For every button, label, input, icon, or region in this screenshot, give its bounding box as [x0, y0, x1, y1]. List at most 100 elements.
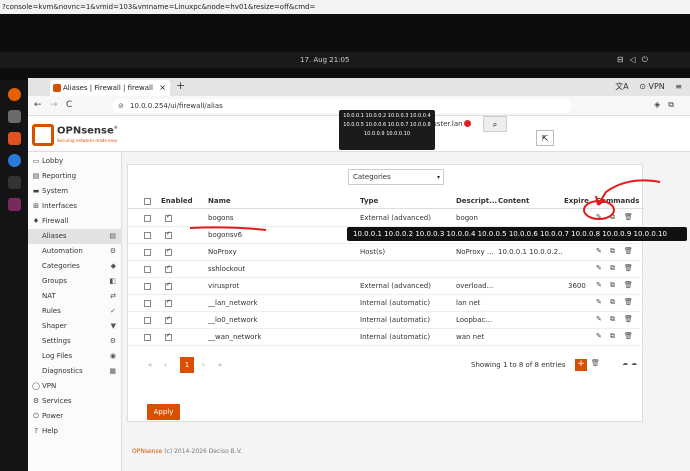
vpn-button[interactable]: ⊙ VPN — [639, 82, 665, 91]
sidebar-item-automation[interactable]: Automation ⚙ — [28, 244, 122, 259]
table-row[interactable]: __lo0_network Internal (automatic) Loopbac… — [128, 312, 644, 329]
edit-icon[interactable]: ✎ — [596, 247, 602, 255]
copy-icon[interactable]: ⧉ — [610, 264, 615, 273]
enabled-checkbox[interactable] — [165, 247, 172, 256]
enabled-checkbox[interactable] — [165, 230, 172, 239]
menu-icon[interactable]: ≡ — [675, 82, 682, 91]
delete-selected-button[interactable]: 🗑 — [591, 359, 600, 367]
table-row[interactable]: sshlockout ✎ ⧉ 🗑 — [128, 261, 644, 278]
sidebar-item-groups[interactable]: Groups ◧ — [28, 274, 122, 289]
import-export-buttons[interactable]: ☁☁ — [622, 360, 640, 367]
enabled-checkbox[interactable] — [165, 213, 172, 222]
copy-icon[interactable]: ⧉ — [610, 247, 615, 256]
table-row[interactable]: virusprot External (advanced) overload... 3… — [128, 278, 644, 295]
page-last[interactable]: » — [218, 361, 222, 369]
copy-icon[interactable]: ⧉ — [610, 298, 615, 307]
row-select-checkbox[interactable] — [144, 215, 151, 222]
delete-icon[interactable]: 🗑 — [624, 332, 633, 340]
reload-button[interactable]: C — [66, 100, 72, 110]
logo-text[interactable]: OPNsense® — [57, 125, 118, 136]
table-row[interactable]: __wan_network Internal (automatic) wan net… — [128, 329, 644, 346]
col-content[interactable]: Content — [498, 197, 529, 205]
edit-icon[interactable]: ✎ — [596, 298, 602, 306]
col-description[interactable]: Descript... — [456, 197, 497, 205]
col-name[interactable]: Name — [208, 197, 231, 205]
page-current[interactable]: 1 — [180, 357, 194, 373]
copy-icon[interactable]: ⧉ — [610, 315, 615, 324]
row-select-checkbox[interactable] — [144, 266, 151, 273]
status-dot[interactable] — [464, 120, 471, 127]
delete-icon[interactable]: 🗑 — [624, 264, 633, 272]
sidebar-item-log-files[interactable]: Log Files ◉ — [28, 349, 122, 364]
row-select-checkbox[interactable] — [144, 249, 151, 256]
add-alias-button[interactable]: + — [575, 359, 587, 371]
footer-brand[interactable]: OPNsense — [132, 448, 162, 455]
sidebar-item-rules[interactable]: Rules ✓ — [28, 304, 122, 319]
copy-icon[interactable]: ⧉ — [610, 332, 615, 341]
clock[interactable]: 17. Aug 21:05 — [300, 56, 349, 64]
page-prev[interactable]: ‹ — [164, 361, 167, 369]
sidebar-item-power[interactable]: ⏻ Power — [28, 409, 122, 424]
extensions-icon[interactable]: ⧉ — [668, 100, 682, 109]
delete-icon[interactable]: 🗑 — [624, 213, 633, 221]
delete-icon[interactable]: 🗑 — [624, 281, 633, 289]
sidebar-item-reporting[interactable]: ▤ Reporting — [28, 169, 122, 184]
forward-button[interactable]: → — [50, 100, 58, 110]
col-enabled[interactable]: Enabled — [161, 197, 193, 205]
edit-icon[interactable]: ✎ — [596, 332, 602, 340]
translate-icon[interactable]: 文A — [615, 82, 628, 91]
sidebar-item-system[interactable]: ▬ System — [28, 184, 122, 199]
sidebar-item-interfaces[interactable]: ⊞ Interfaces — [28, 199, 122, 214]
edit-icon[interactable]: ✎ — [596, 315, 602, 323]
delete-icon[interactable]: 🗑 — [624, 247, 633, 255]
enabled-checkbox[interactable] — [165, 332, 172, 341]
sidebar-item-categories[interactable]: Categories ◆ — [28, 259, 122, 274]
delete-icon[interactable]: 🗑 — [624, 298, 633, 306]
page-next[interactable]: › — [202, 361, 205, 369]
app-icon[interactable] — [8, 198, 21, 211]
row-select-checkbox[interactable] — [144, 232, 151, 239]
col-type[interactable]: Type — [360, 197, 378, 205]
table-row[interactable]: bogons External (advanced) bogon ✎ ⧉ 🗑 — [128, 210, 644, 227]
select-all-checkbox[interactable] — [144, 198, 151, 205]
enabled-checkbox[interactable] — [165, 264, 172, 273]
sidebar-item-aliases[interactable]: Aliases ▤ — [28, 229, 122, 244]
system-tray[interactable]: ⊟◁⏻ — [617, 55, 654, 65]
sidebar-item-lobby[interactable]: ▭ Lobby — [28, 154, 122, 169]
sidebar-item-services[interactable]: ⚙ Services — [28, 394, 122, 409]
categories-select[interactable]: Categories ▾ — [348, 169, 444, 185]
edit-icon[interactable]: ✎ — [596, 264, 602, 272]
tab-aliases[interactable]: Aliases | Firewall | firewall × — [50, 80, 170, 96]
row-select-checkbox[interactable] — [144, 317, 151, 324]
sidebar-item-diagnostics[interactable]: Diagnostics ▦ — [28, 364, 122, 379]
row-select-checkbox[interactable] — [144, 300, 151, 307]
search-button[interactable]: ⌕ — [483, 116, 507, 132]
row-select-checkbox[interactable] — [144, 334, 151, 341]
copy-icon[interactable]: ⧉ — [610, 281, 615, 290]
sidebar-item-nat[interactable]: NAT ⇄ — [28, 289, 122, 304]
enabled-checkbox[interactable] — [165, 281, 172, 290]
col-expire[interactable]: Expire — [564, 197, 589, 205]
sidebar-item-help[interactable]: ? Help — [28, 424, 122, 439]
export-button[interactable]: ⇱ — [536, 130, 554, 146]
delete-icon[interactable]: 🗑 — [624, 315, 633, 323]
sidebar-item-firewall[interactable]: ♦ Firewall — [28, 214, 122, 229]
firefox-icon[interactable] — [8, 88, 21, 101]
tab-close-icon[interactable]: × — [159, 80, 166, 96]
security-icon[interactable]: ⊘ — [118, 99, 124, 113]
table-row[interactable]: NoProxy Host(s) NoProxy ... 10.0.0.1 10.0.0… — [128, 244, 644, 261]
enabled-checkbox[interactable] — [165, 315, 172, 324]
copy-icon[interactable]: ⧉ — [610, 213, 615, 222]
sidebar-item-settings[interactable]: Settings ⚙ — [28, 334, 122, 349]
sidebar-item-shaper[interactable]: Shaper ▼ — [28, 319, 122, 334]
row-select-checkbox[interactable] — [144, 283, 151, 290]
sidebar-item-vpn[interactable]: ◯ VPN — [28, 379, 122, 394]
terminal-icon[interactable] — [8, 176, 21, 189]
files-icon[interactable] — [8, 110, 21, 123]
software-icon[interactable] — [8, 132, 21, 145]
enabled-checkbox[interactable] — [165, 298, 172, 307]
page-first[interactable]: « — [148, 361, 152, 369]
shield-icon[interactable]: ◈ — [654, 100, 668, 109]
edit-icon[interactable]: ✎ — [596, 213, 602, 221]
apply-button[interactable]: Apply — [147, 404, 180, 420]
